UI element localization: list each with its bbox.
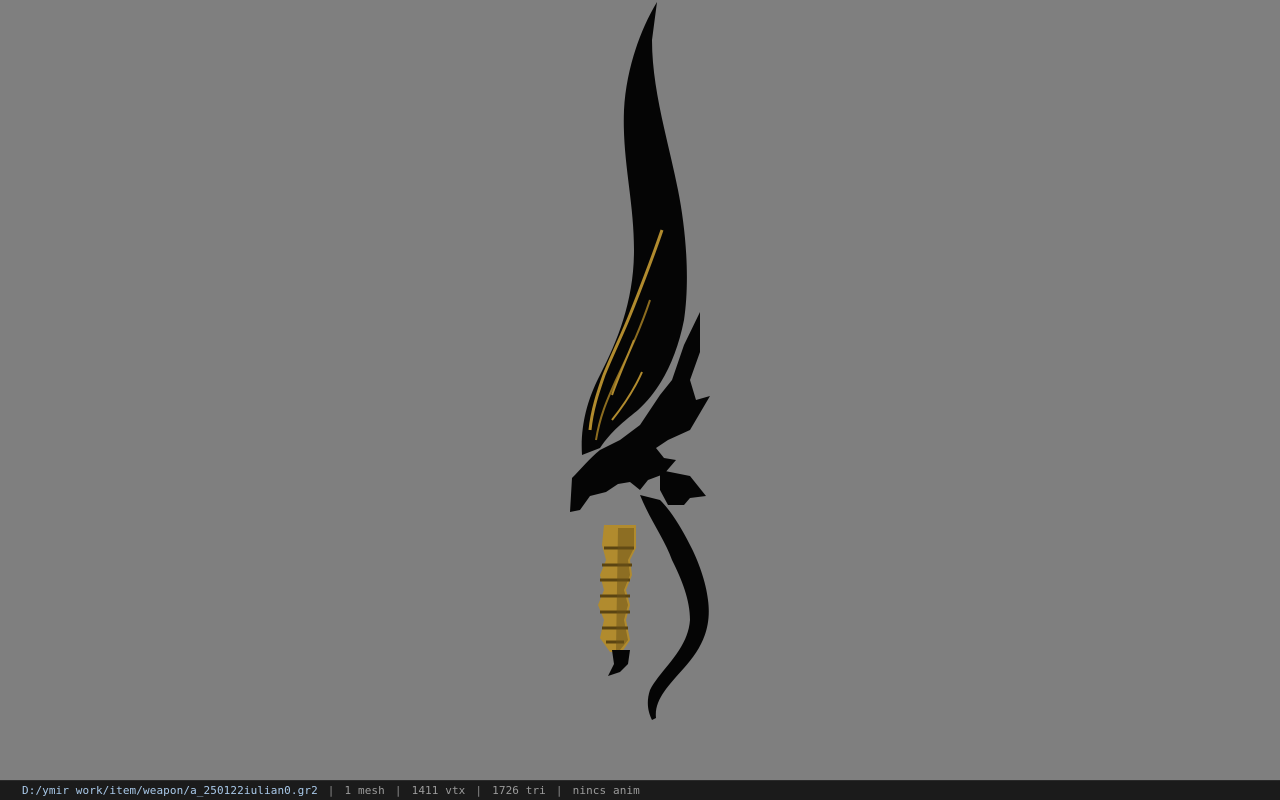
status-bar: D:/ymir work/item/weapon/a_250122iulian0…: [0, 780, 1280, 800]
guard-right-spike: [660, 470, 706, 505]
sword-pommel: [608, 650, 630, 676]
3d-viewport[interactable]: [0, 0, 1280, 780]
animation-status: nincs anim: [572, 784, 640, 797]
vertex-count: 1411 vtx: [411, 784, 466, 797]
status-separator: |: [394, 784, 402, 797]
status-separator: |: [327, 784, 335, 797]
triangle-count: 1726 tri: [492, 784, 546, 797]
status-separator: |: [555, 784, 563, 797]
mesh-count: 1 mesh: [344, 784, 385, 797]
guard-tail: [640, 495, 709, 720]
sword-model-render[interactable]: [0, 0, 1280, 780]
file-path: D:/ymir work/item/weapon/a_250122iulian0…: [22, 784, 318, 797]
status-separator: |: [475, 784, 483, 797]
